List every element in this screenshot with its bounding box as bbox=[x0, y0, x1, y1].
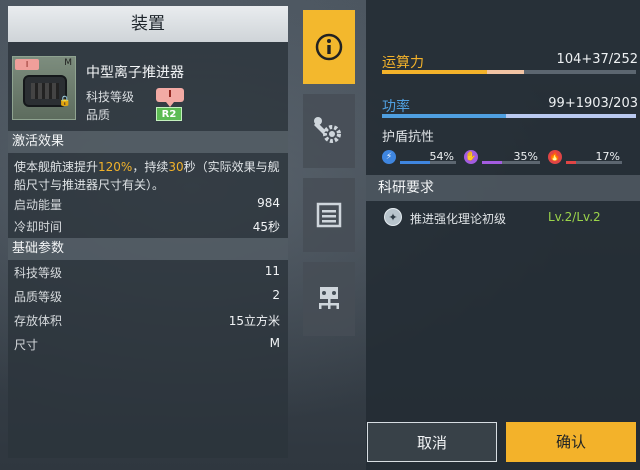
power-bar-added bbox=[505, 114, 636, 118]
computing-bar-added bbox=[486, 70, 525, 74]
tab-modules[interactable] bbox=[303, 94, 355, 168]
computing-bar bbox=[382, 70, 636, 74]
stat-row-tech-level: 科技等级 11 bbox=[14, 264, 280, 280]
research-item[interactable]: ✦ 推进强化理论初级 Lv.2/Lv.2 bbox=[382, 206, 632, 230]
power-bar-base bbox=[382, 114, 506, 118]
computing-bar-base bbox=[382, 70, 487, 74]
power-bar bbox=[382, 114, 636, 118]
wrench-gear-icon bbox=[314, 117, 341, 143]
tech-level-badge: I bbox=[156, 88, 184, 107]
tab-info[interactable] bbox=[303, 10, 355, 84]
network-icon bbox=[319, 287, 339, 309]
research-tech-icon: ✦ bbox=[384, 208, 402, 226]
list-icon bbox=[316, 202, 342, 228]
shield-resistance-title: 护盾抗性 bbox=[382, 130, 435, 145]
research-header: 科研要求 bbox=[366, 175, 640, 201]
activation-header: 激活效果 bbox=[8, 131, 288, 153]
stat-row-energy: 启动能量 984 bbox=[14, 196, 280, 212]
stat-row-quality-level: 品质等级 2 bbox=[14, 288, 280, 304]
resist-energy: ⚡ 54% bbox=[382, 150, 456, 170]
resist-thermal-fill bbox=[566, 161, 576, 164]
research-name: 推进强化理论初级 bbox=[410, 212, 507, 226]
activation-description: 使本舰航速提升120%，持续30秒（实际效果与舰船尺寸与推进器尺寸有关）。 bbox=[14, 160, 280, 192]
computing-value: 104+37/252 bbox=[556, 52, 638, 67]
power-label: 功率 bbox=[382, 99, 410, 115]
equipment-panel: 装置 I M 🔒 中型离子推进器 科技等级 品质 I R2 激活效果 使本舰航速… bbox=[8, 6, 288, 458]
tech-level-label: 科技等级 bbox=[86, 90, 135, 104]
resist-kinetic-fill bbox=[482, 161, 503, 164]
computing-label: 运算力 bbox=[382, 55, 424, 71]
power-value: 99+1903/203 bbox=[548, 96, 638, 111]
info-icon bbox=[315, 33, 343, 61]
stat-row-volume: 存放体积 15立方米 bbox=[14, 314, 280, 328]
basic-params-header: 基础参数 bbox=[8, 238, 288, 260]
tab-network[interactable] bbox=[303, 262, 355, 336]
tab-list[interactable] bbox=[303, 178, 355, 252]
stat-row-cooldown: 冷却时间 45秒 bbox=[14, 220, 280, 234]
panel-title: 装置 bbox=[8, 6, 288, 42]
hand-icon: ✋ bbox=[464, 150, 478, 164]
lock-icon: 🔒 bbox=[58, 96, 71, 107]
flame-icon: 🔥 bbox=[548, 150, 562, 164]
size-letter: M bbox=[64, 58, 72, 68]
lightning-icon: ⚡ bbox=[382, 150, 396, 164]
cancel-button[interactable]: 取消 bbox=[367, 422, 497, 462]
confirm-button[interactable]: 确认 bbox=[506, 422, 636, 462]
resist-thermal: 🔥 17% bbox=[548, 150, 622, 164]
resist-kinetic: ✋ 35% bbox=[464, 150, 540, 164]
item-summary: I M 🔒 中型离子推进器 科技等级 品质 I R2 bbox=[8, 48, 288, 128]
quality-label: 品质 bbox=[86, 108, 111, 122]
item-thumbnail[interactable]: I M 🔒 bbox=[12, 56, 76, 120]
research-level: Lv.2/Lv.2 bbox=[548, 210, 601, 224]
resist-energy-fill bbox=[400, 161, 431, 164]
quality-badge: R2 bbox=[156, 107, 182, 121]
stat-row-size: 尺寸 M bbox=[14, 336, 280, 352]
tech-tag-icon: I bbox=[15, 59, 39, 70]
item-name: 中型离子推进器 bbox=[86, 65, 184, 81]
